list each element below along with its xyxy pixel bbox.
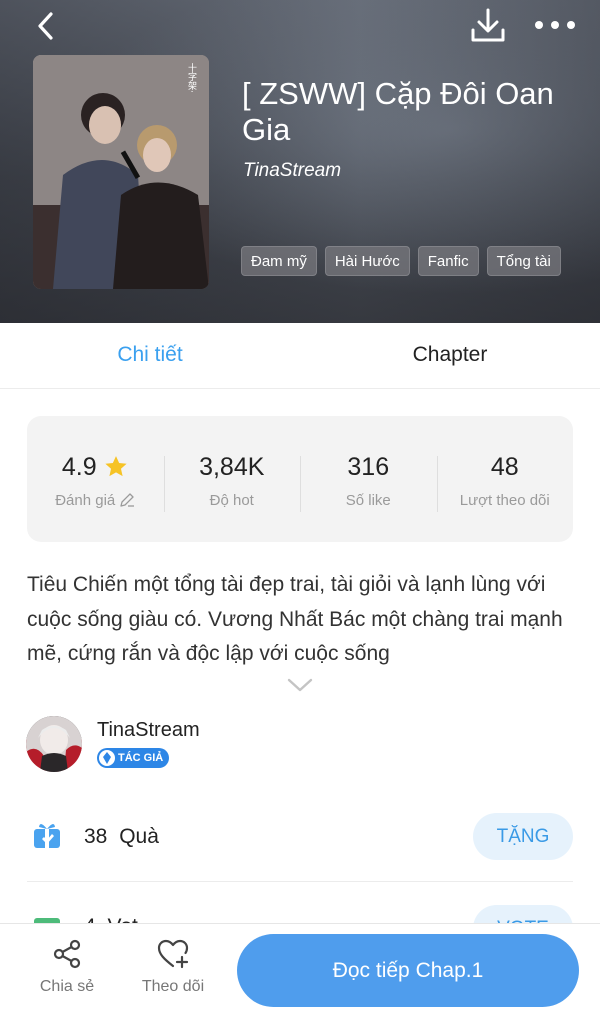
download-button[interactable] (466, 6, 510, 46)
tab-chapter[interactable]: Chapter (300, 323, 600, 388)
tag-list: Đam mỹ Hài Hước Fanfic Tổng tài (241, 246, 561, 276)
hot-label: Độ hot (209, 491, 254, 509)
tag-chip[interactable]: Fanfic (417, 246, 479, 276)
stat-rating[interactable]: 4.9 Đánh giá (27, 450, 164, 509)
book-title: [ ZSWW] Cặp Đôi Oan Gia (242, 76, 554, 147)
tag-chip[interactable]: Hài Hước (324, 246, 410, 276)
book-author[interactable]: TinaStream (243, 160, 341, 182)
expand-description-button[interactable] (286, 676, 314, 694)
book-cover-image: 十字架· (33, 55, 209, 289)
author-badge-label: TÁC GIẢ (118, 752, 164, 764)
gift-count: 38 (84, 825, 108, 848)
rating-value: 4.9 (61, 452, 97, 481)
follow-label: Theo dõi (141, 978, 205, 995)
download-icon (471, 8, 505, 42)
gift-icon (32, 820, 62, 850)
rating-label: Đánh giá (55, 491, 116, 509)
followers-label: Lượt theo dõi (459, 491, 550, 509)
edit-pencil-icon (120, 493, 135, 507)
back-arrow-icon (38, 12, 53, 40)
likes-label: Số like (345, 491, 391, 509)
book-header: 十字架· [ ZSWW] Cặp Đôi Oan Gia TinaStream … (0, 0, 600, 323)
follow-button[interactable]: Theo dõi (128, 938, 218, 996)
cover-caption: 十字架· (186, 63, 196, 93)
gift-label: Quà (119, 825, 159, 848)
tag-chip[interactable]: Đam mỹ (241, 246, 317, 276)
likes-value: 316 (347, 452, 390, 481)
author-role-badge: TÁC GIẢ (97, 748, 170, 768)
author-avatar[interactable] (26, 716, 82, 772)
gift-button[interactable]: TẶNG (473, 813, 573, 860)
tab-bar: Chi tiết Chapter (0, 323, 600, 389)
rating-value-row: 4.9 (27, 450, 164, 484)
followers-value: 48 (490, 452, 519, 481)
book-description: Tiêu Chiến một tổng tài đẹp trai, tài gi… (27, 573, 563, 665)
tag-chip[interactable]: Tổng tài (486, 246, 561, 276)
rating-label-row: Đánh giá (27, 492, 164, 509)
author-name[interactable]: TinaStream (97, 719, 200, 742)
gift-count-row: 38 Quà (84, 825, 159, 849)
cover-illustration (33, 55, 209, 289)
tab-details[interactable]: Chi tiết (0, 323, 300, 388)
avatar-illustration (26, 716, 82, 772)
back-button[interactable] (30, 8, 66, 44)
star-icon (105, 455, 127, 476)
more-dots-icon (535, 21, 575, 29)
continue-reading-button[interactable]: Đọc tiếp Chap.1 (237, 934, 579, 1007)
share-button[interactable]: Chia sẻ (22, 938, 112, 996)
share-icon (53, 939, 81, 969)
divider (27, 881, 573, 882)
chevron-down-icon (287, 678, 313, 692)
pen-nib-icon (99, 750, 115, 766)
bottom-action-bar: Chia sẻ Theo dõi Đọc tiếp Chap.1 (0, 923, 600, 1014)
hot-value: 3,84K (199, 452, 265, 481)
stat-likes: 316 Số like (300, 450, 437, 512)
share-label: Chia sẻ (39, 978, 95, 995)
more-options-button[interactable] (530, 10, 580, 40)
stat-followers: 48 Lượt theo dõi (436, 450, 574, 512)
stat-hot: 3,84K Độ hot (163, 450, 301, 512)
stats-panel: 4.9 Đánh giá 3,84K Độ hot 316 Số like 48… (27, 416, 573, 542)
heart-plus-icon (157, 939, 189, 969)
